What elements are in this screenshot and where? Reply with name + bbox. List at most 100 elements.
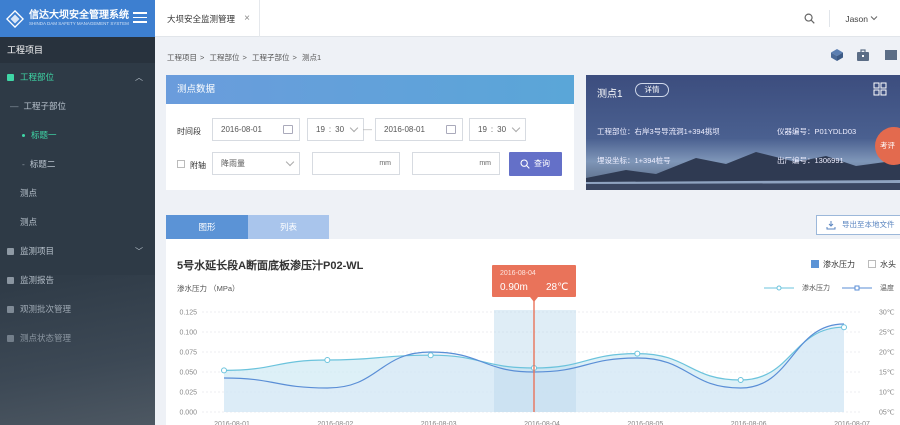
project-part-info: 工程部位：右岸3号导流洞1+394挑坝 [597, 127, 720, 136]
cube-icon[interactable] [830, 48, 844, 62]
download-icon [826, 221, 836, 230]
tooltip-date: 2016-08-04 [500, 270, 536, 277]
search-icon [520, 159, 530, 169]
coordinate-info: 埋设坐标：1+394桩号 [597, 156, 671, 165]
y-tick-label: 0.025 [179, 390, 197, 397]
search-icon[interactable] [804, 13, 815, 24]
y2-tick-label: 05℃ [879, 410, 895, 417]
sidebar-item-monitor-project[interactable]: 监测项目 ﹀ [0, 237, 155, 266]
max-value-input[interactable]: mm [412, 152, 500, 175]
axis-type-select[interactable]: 降雨量 [212, 152, 300, 175]
y2-tick-label: 30℃ [879, 310, 895, 317]
sidebar-item-batch-manage[interactable]: 观测批次管理 [0, 295, 155, 324]
range-separator: — [363, 124, 372, 134]
start-time-select[interactable]: 19:30 [307, 118, 364, 141]
grid-icon[interactable] [873, 82, 887, 96]
filter-panel-title: 测点数据 [166, 75, 574, 104]
instrument-number-info: 仪器编号：P01YDLD03 [777, 127, 857, 136]
report-icon [7, 277, 14, 285]
y-tick-label: 0.100 [179, 330, 197, 337]
x-tick-label: 2016-08-02 [317, 421, 353, 425]
tooltip-temperature: 28℃ [546, 282, 568, 293]
y2-tick-label: 20℃ [879, 350, 895, 357]
topbar: 大坝安全监测管理 × Jason [155, 0, 900, 37]
chevron-down-icon [511, 123, 521, 133]
y-tick-label: 0.125 [179, 310, 197, 317]
tab-list[interactable]: 列表 [248, 215, 329, 239]
batch-icon [7, 306, 14, 314]
data-point-pressure [634, 350, 641, 357]
chart-panel: 5号水延长段A断面底板渗压汁P02-WL 渗水压力 水头 渗水压力 （MPa）渗… [166, 239, 900, 425]
query-button[interactable]: 查询 [509, 152, 562, 176]
y2-tick-label: 25℃ [879, 330, 895, 337]
sidebar-item-project-part[interactable]: 工程部位 ︿ [0, 63, 155, 92]
sidebar-item-monitor-report[interactable]: 监测报告 [0, 266, 155, 295]
filter-panel: 测点数据 时间段 2016-08-01 19:30 — 2016-08-01 1… [166, 75, 574, 190]
divider [829, 10, 830, 27]
book-icon[interactable] [884, 48, 898, 62]
legend-marker-temperature [854, 285, 860, 291]
sidebar: 信达大坝安全管理系统 SHINDA DAM SAFETY MANAGEMENT … [0, 0, 155, 425]
calendar-icon [446, 125, 456, 134]
chevron-down-icon: ﹀ [135, 247, 143, 256]
tab-dam-monitoring[interactable]: 大坝安全监测管理 × [155, 0, 260, 37]
app-subtitle: SHINDA DAM SAFETY MANAGEMENT SYSTEM [29, 21, 129, 26]
chevron-down-icon [349, 123, 359, 133]
toolbox-icon[interactable] [856, 48, 870, 62]
secondary-axis-checkbox[interactable] [177, 160, 185, 168]
document-icon [7, 74, 14, 82]
sidebar-item-title-two[interactable]: - 标题二 [0, 150, 155, 179]
start-date-input[interactable]: 2016-08-01 [212, 118, 300, 141]
end-date-input[interactable]: 2016-08-01 [375, 118, 463, 141]
legend-label-temperature: 温度 [880, 283, 894, 292]
sidebar-item-status-manage[interactable]: 测点状态管理 [0, 324, 155, 353]
sidebar-item-title-one[interactable]: 标题一 [0, 121, 155, 150]
chevron-down-icon[interactable] [870, 14, 878, 22]
export-button[interactable]: 导出至本地文件 [816, 215, 900, 235]
logo-bar: 信达大坝安全管理系统 SHINDA DAM SAFETY MANAGEMENT … [0, 0, 155, 37]
point-title: 测点1 [597, 89, 623, 100]
x-tick-label: 2016-08-03 [421, 421, 457, 425]
x-tick-label: 2016-08-01 [214, 421, 250, 425]
tooltip-value: 0.90m [500, 282, 528, 293]
sidebar-header: 工程项目 [0, 37, 155, 63]
data-point-pressure [324, 357, 331, 363]
factory-number-info: 出厂编号：1306991 [777, 156, 844, 165]
x-tick-label: 2016-08-07 [834, 421, 870, 425]
y-tick-label: 0.050 [179, 370, 197, 377]
y-tick-label: 0.075 [179, 350, 197, 357]
y2-tick-label: 15℃ [879, 370, 895, 377]
point-info-card: 测点1 详情 工程部位：右岸3号导流洞1+394挑坝 仪器编号：P01YDLD0… [586, 75, 900, 190]
time-range-label: 时间段 [177, 127, 201, 136]
line-chart: 渗水压力 （MPa） 渗水压力 温度 0.125 30℃ 0.100 25℃ 0.075 20℃… [177, 265, 895, 425]
data-point-pressure [221, 367, 227, 374]
data-point-pressure [841, 324, 847, 331]
calendar-icon [283, 125, 293, 134]
y-axis-label: 渗水压力 （MPa） [177, 283, 240, 293]
sidebar-item-point-2[interactable]: 测点 [0, 208, 155, 237]
legend-marker-pressure [776, 285, 782, 291]
tooltip-pointer [530, 297, 538, 302]
sidebar-item-point-1[interactable]: 测点 [0, 179, 155, 208]
data-point-pressure [427, 352, 434, 359]
tab-graph[interactable]: 图形 [166, 215, 248, 239]
user-name[interactable]: Jason [845, 14, 868, 24]
dam-logo-icon [6, 9, 24, 28]
secondary-axis-label: 附轴 [190, 161, 206, 170]
x-tick-label: 2016-08-04 [524, 421, 560, 425]
toolbar-icons [830, 48, 900, 66]
close-icon[interactable]: × [244, 13, 250, 24]
x-tick-label: 2016-08-06 [731, 421, 767, 425]
end-time-select[interactable]: 19:30 [469, 118, 526, 141]
breadcrumb: 工程项目 > 工程部位 > 工程子部位 > 测点1 [167, 53, 322, 62]
min-value-input[interactable]: mm [312, 152, 400, 175]
y-tick-label: 0.000 [179, 410, 197, 417]
bullet-icon [22, 134, 25, 138]
sidebar-item-sub-part[interactable]: — 工程子部位 [0, 92, 155, 121]
data-point-pressure [737, 377, 744, 383]
x-tick-label: 2016-08-05 [627, 421, 663, 425]
app-title: 信达大坝安全管理系统 [29, 10, 129, 21]
detail-button[interactable]: 详情 [635, 83, 669, 97]
menu-toggle-icon[interactable] [133, 12, 147, 24]
chevron-up-icon: ︿ [135, 73, 143, 82]
